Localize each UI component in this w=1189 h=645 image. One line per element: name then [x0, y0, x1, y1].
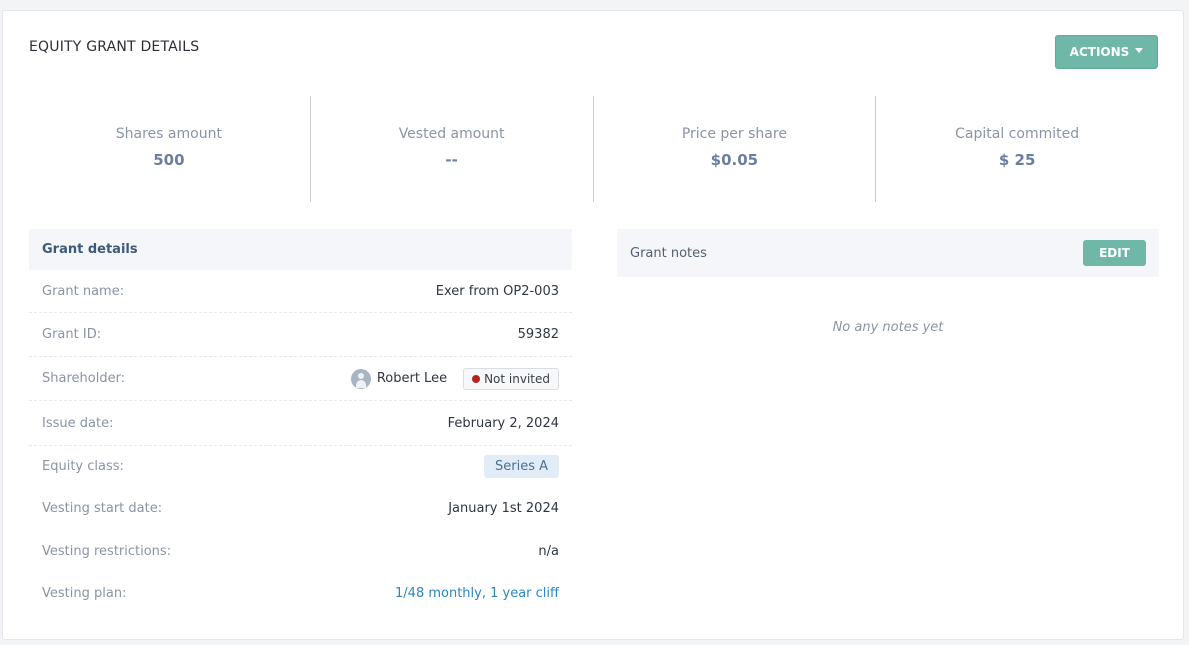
edit-notes-button[interactable]: EDIT: [1083, 240, 1146, 266]
stat-capital-commited: Capital commited $ 25: [876, 96, 1158, 202]
vesting-start-value: January 1st 2024: [448, 501, 559, 516]
stat-label: Price per share: [681, 126, 787, 142]
stat-value: 500: [153, 151, 185, 169]
stat-label: Vested amount: [398, 126, 505, 142]
vesting-restrictions-value: n/a: [538, 543, 559, 559]
grant-id-label: Grant ID:: [42, 327, 102, 342]
stat-vested-amount: Vested amount --: [311, 96, 594, 202]
grant-details-title: Grant details: [29, 229, 572, 270]
vesting-plan-link[interactable]: 1/48 monthly, 1 year cliff: [395, 586, 559, 601]
user-avatar-icon: [350, 368, 371, 389]
stat-price-per-share: Price per share $0.05: [594, 96, 877, 202]
vesting-plan-label: Vesting plan:: [42, 585, 127, 601]
issue-date-label: Issue date:: [42, 415, 114, 431]
stat-value: --: [445, 151, 458, 169]
page-title: EQUITY GRANT DETAILS: [29, 39, 200, 55]
grant-notes-title: Grant notes: [630, 245, 707, 261]
issue-date-value: February 2, 2024: [447, 415, 559, 431]
equity-class-row: Equity class: Series A: [29, 446, 572, 487]
vesting-restrictions-label: Vesting restrictions:: [42, 543, 172, 559]
vesting-plan-row: Vesting plan: 1/48 monthly, 1 year cliff: [29, 572, 572, 614]
empty-notes-text: No any notes yet: [832, 320, 944, 335]
equity-class-badge: Series A: [483, 455, 559, 478]
shareholder-row: Shareholder: Robert Lee Not invited: [29, 357, 572, 401]
stat-label: Capital commited: [955, 126, 1080, 142]
stat-label: Shares amount: [115, 126, 222, 142]
status-badge: Not invited: [463, 367, 559, 390]
grant-id-value: 59382: [517, 327, 559, 342]
shareholder-value: Robert Lee Not invited: [350, 367, 559, 390]
vesting-restrictions-row: Vesting restrictions: n/a: [29, 530, 572, 572]
stats-bar: Shares amount 500 Vested amount -- Price…: [28, 96, 1158, 202]
caret-down-icon: [1135, 48, 1144, 53]
grant-details-panel: Grant details Grant name: Exer from OP2-…: [29, 229, 572, 614]
stat-value: $ 25: [998, 151, 1036, 169]
status-badge-label: Not invited: [484, 371, 550, 386]
actions-button-label: ACTIONS: [1069, 45, 1130, 59]
shareholder-label: Shareholder:: [42, 371, 126, 386]
actions-button[interactable]: ACTIONS: [1055, 35, 1158, 69]
vesting-start-label: Vesting start date:: [42, 501, 163, 516]
equity-class-label: Equity class:: [42, 459, 124, 474]
vesting-start-row: Vesting start date: January 1st 2024: [29, 487, 572, 530]
grant-id-row: Grant ID: 59382: [29, 313, 572, 357]
status-dot-icon: [472, 374, 481, 383]
issue-date-row: Issue date: February 2, 2024: [29, 401, 572, 446]
shareholder-name[interactable]: Robert Lee: [377, 371, 447, 386]
grant-name-label: Grant name:: [42, 283, 125, 299]
stat-shares-amount: Shares amount 500: [28, 96, 311, 202]
grant-name-row: Grant name: Exer from OP2-003: [29, 270, 572, 313]
stat-value: $0.05: [710, 151, 759, 169]
grant-notes-header: Grant notes EDIT: [617, 229, 1159, 277]
grant-name-value: Exer from OP2-003: [435, 283, 559, 299]
grant-notes-panel: Grant notes EDIT No any notes yet: [617, 229, 1159, 335]
equity-grant-card: EQUITY GRANT DETAILS ACTIONS Shares amou…: [2, 10, 1184, 640]
